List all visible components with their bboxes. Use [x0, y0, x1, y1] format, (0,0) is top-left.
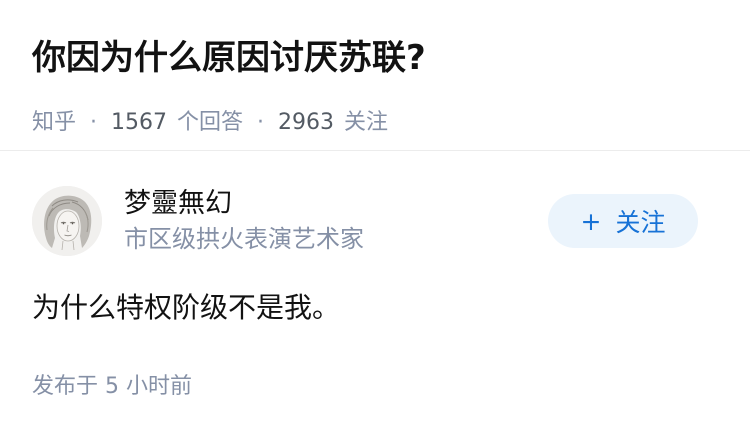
meta-separator: ·: [257, 110, 265, 135]
portrait-sketch-avatar-icon: [32, 186, 102, 256]
answer-count: 1567: [111, 110, 168, 135]
question-meta: 知乎 · 1567 个回答 · 2963 关注: [32, 108, 718, 138]
author-headline: 市区级拱火表演艺术家: [124, 225, 364, 253]
answer-content[interactable]: 为什么特权阶级不是我。: [32, 286, 340, 330]
avatar[interactable]: [32, 186, 102, 256]
answer-count-label[interactable]: 个回答: [177, 108, 243, 138]
publish-time: 发布于 5 小时前: [32, 374, 192, 399]
section-divider: [0, 150, 750, 151]
plus-icon: +: [580, 206, 602, 236]
question-title[interactable]: 你因为什么原因讨厌苏联?: [32, 30, 718, 86]
author-info: 梦靈無幻 市区级拱火表演艺术家: [124, 187, 364, 255]
follower-count-label: 关注: [344, 110, 389, 135]
source-label: 知乎: [32, 110, 77, 135]
author-name[interactable]: 梦靈無幻: [124, 187, 364, 221]
question-header: 你因为什么原因讨厌苏联? 知乎 · 1567 个回答 · 2963 关注: [32, 30, 718, 138]
author-row: 梦靈無幻 市区级拱火表演艺术家 + 关注: [32, 186, 698, 256]
meta-separator: ·: [90, 110, 98, 135]
follower-count: 2963: [278, 110, 335, 135]
follow-button[interactable]: + 关注: [548, 194, 698, 248]
follow-button-label: 关注: [615, 208, 666, 237]
